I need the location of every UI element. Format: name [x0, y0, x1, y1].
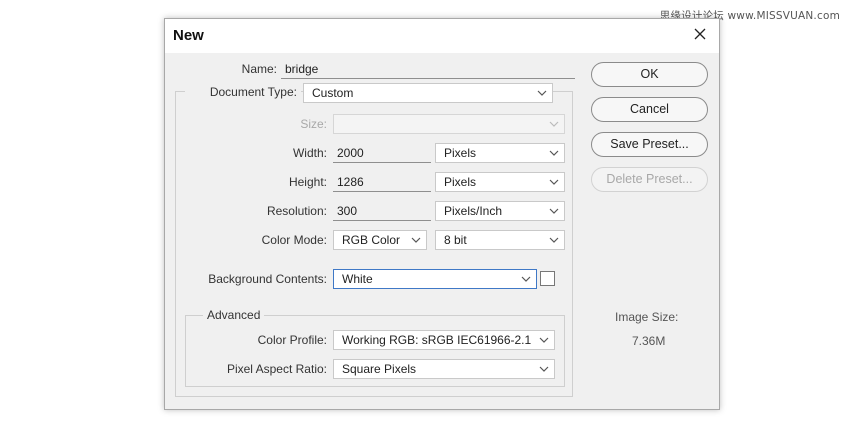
cancel-button[interactable]: Cancel [591, 97, 708, 122]
document-type-select[interactable]: Custom [303, 83, 553, 103]
dialog-titlebar: New [165, 19, 719, 53]
height-unit-select[interactable]: Pixels [435, 172, 565, 192]
close-icon[interactable] [691, 25, 709, 43]
color-profile-value: Working RGB: sRGB IEC61966-2.1 [342, 333, 532, 347]
size-select [333, 114, 565, 134]
color-profile-select[interactable]: Working RGB: sRGB IEC61966-2.1 [333, 330, 555, 350]
width-unit-value: Pixels [444, 146, 477, 160]
height-label: Height: [288, 175, 327, 189]
width-input[interactable]: 2000 [333, 143, 431, 163]
resolution-label: Resolution: [266, 204, 327, 218]
chevron-down-icon [549, 179, 559, 185]
width-label: Width: [292, 146, 327, 160]
color-mode-value: RGB Color [342, 233, 401, 247]
chevron-down-icon [549, 150, 559, 156]
chevron-down-icon [549, 208, 559, 214]
resolution-unit-value: Pixels/Inch [444, 204, 503, 218]
background-contents-value: White [342, 272, 373, 286]
chevron-down-icon [549, 237, 559, 243]
pixel-aspect-ratio-select[interactable]: Square Pixels [333, 359, 555, 379]
chevron-down-icon [521, 276, 531, 282]
name-input-underline [281, 78, 575, 79]
name-label: Name: [241, 62, 277, 76]
chevron-down-icon [539, 366, 549, 372]
color-mode-label: Color Mode: [261, 233, 327, 247]
pixel-aspect-ratio-label: Pixel Aspect Ratio: [226, 362, 327, 376]
chevron-down-icon [537, 90, 547, 96]
document-type-value: Custom [312, 86, 354, 100]
height-unit-value: Pixels [444, 175, 477, 189]
height-input[interactable]: 1286 [333, 172, 431, 192]
background-color-swatch[interactable] [540, 271, 555, 286]
name-input[interactable]: bridge [281, 59, 575, 79]
background-contents-select[interactable]: White [333, 269, 537, 289]
color-mode-select[interactable]: RGB Color [333, 230, 427, 250]
chevron-down-icon [411, 237, 421, 243]
bit-depth-select[interactable]: 8 bit [435, 230, 565, 250]
ok-button[interactable]: OK [591, 62, 708, 87]
chevron-down-icon [549, 121, 559, 127]
size-label: Size: [300, 117, 327, 131]
width-unit-select[interactable]: Pixels [435, 143, 565, 163]
document-type-label: Document Type: [185, 82, 301, 102]
delete-preset-button: Delete Preset... [591, 167, 708, 192]
image-size-value: 7.36M [632, 334, 666, 348]
resolution-input[interactable]: 300 [333, 201, 431, 221]
advanced-legend: Advanced [203, 307, 265, 323]
dialog-title: New [173, 27, 204, 44]
color-profile-label: Color Profile: [257, 333, 327, 347]
save-preset-button[interactable]: Save Preset... [591, 132, 708, 157]
bit-depth-value: 8 bit [444, 233, 467, 247]
pixel-aspect-ratio-value: Square Pixels [342, 362, 417, 376]
resolution-unit-select[interactable]: Pixels/Inch [435, 201, 565, 221]
new-document-dialog: New Name: bridge Document Type: Custom S… [164, 18, 720, 410]
image-size-label: Image Size: [615, 310, 679, 324]
background-contents-label: Background Contents: [208, 272, 327, 286]
chevron-down-icon [539, 337, 549, 343]
